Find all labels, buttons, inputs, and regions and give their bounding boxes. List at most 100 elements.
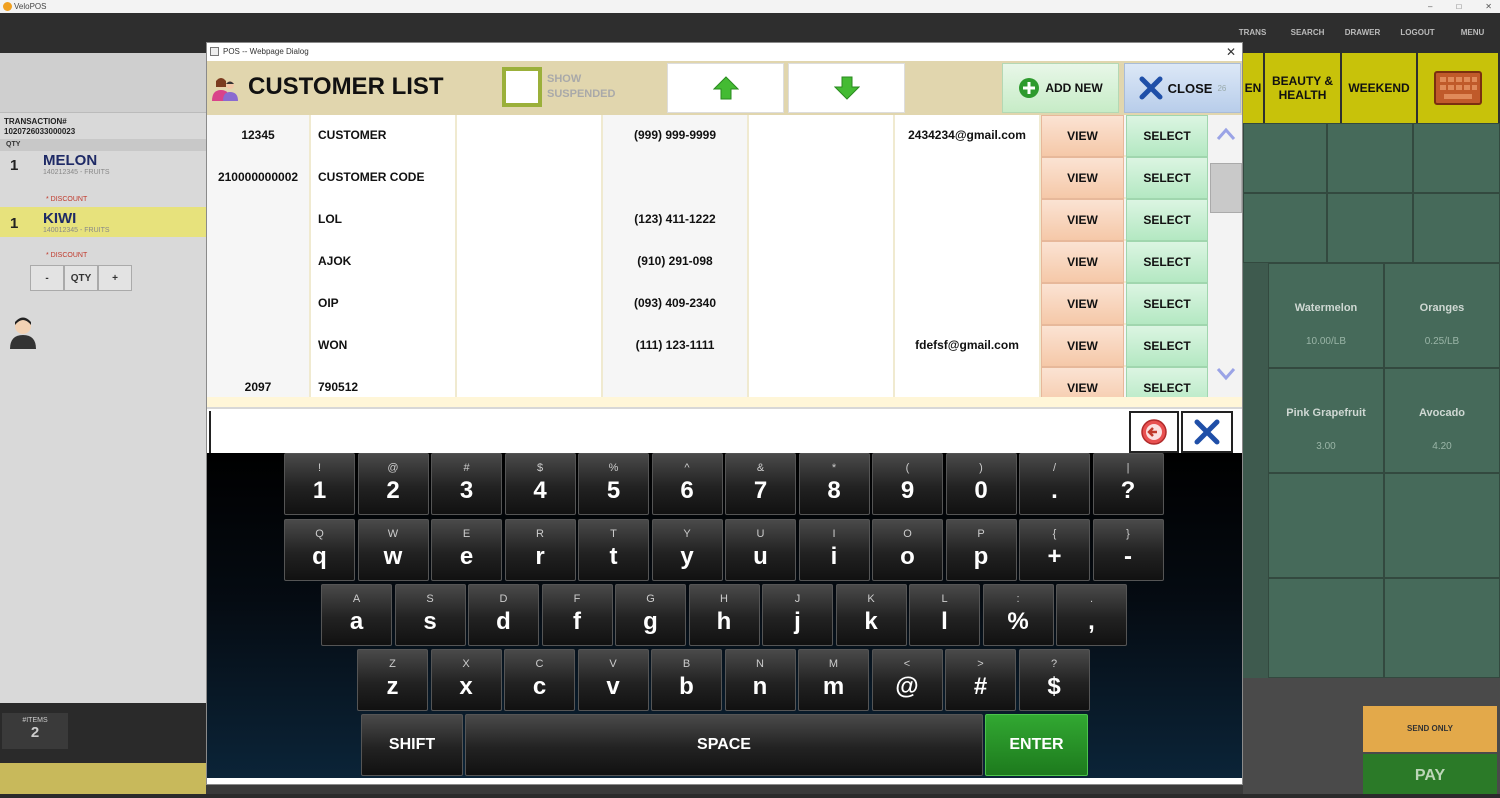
product-tile[interactable] [1327,123,1413,193]
product-tile-oranges[interactable]: Oranges 0.25/LB [1384,263,1500,368]
key-3-6[interactable]: Mm [798,649,869,711]
key-0-3[interactable]: $4 [504,453,576,515]
key-0-2[interactable]: #3 [431,453,502,515]
add-new-button[interactable]: ADD NEW [1002,63,1119,113]
product-tile[interactable] [1384,473,1500,578]
key-2-4[interactable]: Gg [615,584,686,646]
enter-key[interactable]: ENTER [985,714,1088,776]
pay-button[interactable]: PAY [1363,754,1497,794]
key-2-5[interactable]: Hh [688,584,760,646]
key-1-10[interactable]: {+ [1019,519,1090,581]
send-only-button[interactable]: SEND ONLY [1363,706,1497,752]
backspace-button[interactable] [1129,411,1179,453]
key-3-1[interactable]: Xx [430,649,502,711]
show-suspended-checkbox[interactable] [502,67,542,107]
key-3-9[interactable]: ? $ [1018,649,1090,711]
view-button[interactable]: VIEW [1041,115,1124,157]
maximize-icon[interactable]: □ [1456,0,1461,13]
menu-menu[interactable]: MENU [1445,13,1500,53]
key-3-7[interactable]: < @ [871,649,943,711]
line-item-selected[interactable]: 1 KIWI 140012345 - FRUITS [0,207,206,237]
key-2-8[interactable]: Ll [909,584,980,646]
key-1-7[interactable]: Ii [798,519,870,581]
key-1-0[interactable]: Qq [284,519,355,581]
clear-button[interactable] [1181,411,1233,453]
key-2-2[interactable]: Dd [468,584,539,646]
key-2-6[interactable]: Jj [762,584,833,646]
key-2-1[interactable]: Ss [394,584,466,646]
scroll-down-button[interactable] [788,63,905,113]
key-2-10[interactable]: ., [1056,584,1127,646]
key-1-2[interactable]: Ee [431,519,502,581]
select-button[interactable]: SELECT [1126,241,1208,283]
menu-search[interactable]: SEARCH [1280,13,1335,53]
scrollbar-thumb[interactable] [1210,163,1242,213]
key-2-7[interactable]: Kk [835,584,907,646]
menu-logout[interactable]: LOGOUT [1390,13,1445,53]
key-1-8[interactable]: Oo [872,519,943,581]
view-button[interactable]: VIEW [1041,157,1124,199]
category-beauty-health[interactable]: BEAUTY & HEALTH [1265,53,1342,123]
view-button[interactable]: VIEW [1041,241,1124,283]
product-tile[interactable] [1327,193,1413,263]
product-tile-pink-grapefruit[interactable]: Pink Grapefruit 3.00 [1268,368,1384,473]
chevron-up-icon[interactable] [1216,127,1236,141]
key-0-6[interactable]: & 7 [725,453,796,515]
select-button[interactable]: SELECT [1126,115,1208,157]
table-row[interactable]: OIP (093) 409-2340 VIEW SELECT [207,283,1208,325]
select-button[interactable]: SELECT [1126,325,1208,367]
select-button[interactable]: SELECT [1126,367,1208,397]
table-row[interactable]: LOL (123) 411-1222 VIEW SELECT [207,199,1208,241]
product-tile[interactable] [1268,578,1384,678]
close-button[interactable]: CLOSE 26 [1124,63,1241,113]
table-scrollbar[interactable] [1208,115,1242,397]
key-0-9[interactable]: ) 0 [945,453,1017,515]
product-tile[interactable] [1413,123,1500,193]
key-1-5[interactable]: Yy [651,519,723,581]
key-3-0[interactable]: Zz [357,649,428,711]
category-partial[interactable]: EN [1243,53,1265,123]
category-keyboard[interactable] [1418,53,1500,123]
key-3-4[interactable]: Bb [651,649,722,711]
key-2-9[interactable]: :% [982,584,1054,646]
select-button[interactable]: SELECT [1126,199,1208,241]
menu-drawer[interactable]: DRAWER [1335,13,1390,53]
table-row[interactable]: WON (111) 123-1111 fdefsf@gmail.com VIEW… [207,325,1208,367]
shift-key[interactable]: SHIFT [361,714,463,776]
view-button[interactable]: VIEW [1041,283,1124,325]
key-1-6[interactable]: Uu [725,519,796,581]
category-weekend[interactable]: WEEKEND [1342,53,1418,123]
product-tile[interactable] [1243,193,1327,263]
key-1-4[interactable]: Tt [578,519,649,581]
product-tile[interactable] [1243,123,1327,193]
product-tile[interactable] [1384,578,1500,678]
key-0-8[interactable]: (9 [872,453,943,515]
qty-button[interactable]: QTY [64,265,98,291]
key-0-11[interactable]: |? [1092,453,1164,515]
key-1-3[interactable]: Rr [504,519,576,581]
space-key[interactable]: SPACE [465,714,983,776]
chevron-down-icon[interactable] [1216,367,1236,381]
minimize-icon[interactable]: – [1428,0,1432,13]
line-item[interactable]: 1 MELON 140212345 - FRUITS [0,149,206,179]
table-row[interactable]: AJOK (910) 291-098 VIEW SELECT [207,241,1208,283]
key-0-0[interactable]: ! 1 [284,453,355,515]
key-3-3[interactable]: Vv [577,649,649,711]
product-tile[interactable] [1413,193,1500,263]
scroll-up-button[interactable] [667,63,784,113]
product-tile[interactable] [1268,473,1384,578]
key-0-1[interactable]: @2 [357,453,429,515]
key-1-1[interactable]: Ww [357,519,429,581]
view-button[interactable]: VIEW [1041,325,1124,367]
view-button[interactable]: VIEW [1041,199,1124,241]
table-row[interactable]: 12345 CUSTOMER (999) 999-9999 2434234@gm… [207,115,1208,157]
select-button[interactable]: SELECT [1126,157,1208,199]
close-window-icon[interactable]: ✕ [1485,0,1492,13]
qty-minus-button[interactable]: - [30,265,64,291]
key-0-10[interactable]: /. [1019,453,1090,515]
key-1-9[interactable]: Pp [945,519,1017,581]
key-1-11[interactable]: } - [1092,519,1164,581]
view-button[interactable]: VIEW [1041,367,1124,397]
product-tile-watermelon[interactable]: Watermelon 10.00/LB [1268,263,1384,368]
search-input[interactable] [209,411,1127,453]
